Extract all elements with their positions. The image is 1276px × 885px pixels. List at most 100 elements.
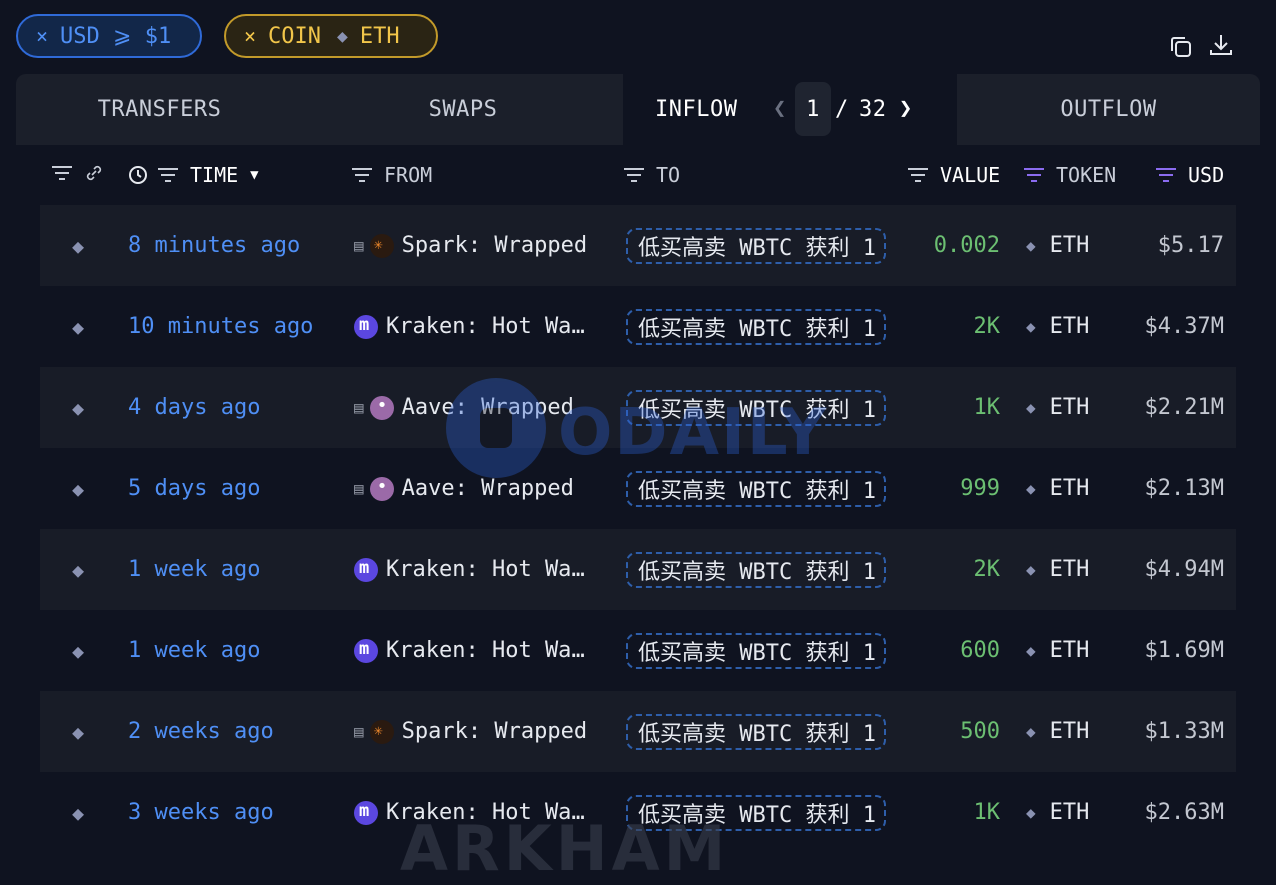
table-row[interactable]: ◆ 1 week ago Kraken: Hot Wallet 低买高卖 WBT… <box>40 529 1236 610</box>
to-entity[interactable]: 低买高卖 WBTC 获利 1 <box>626 610 886 691</box>
time-link[interactable]: 2 weeks ago <box>128 691 274 772</box>
token-column-header[interactable]: TOKEN <box>1024 163 1116 187</box>
to-entity[interactable]: 低买高卖 WBTC 获利 1 <box>626 286 886 367</box>
chevron-right-icon[interactable]: ❯ <box>899 96 913 121</box>
value-column-header[interactable]: VALUE <box>908 163 1000 187</box>
token-symbol: ETH <box>1049 557 1090 582</box>
tab-inflow[interactable]: INFLOW ❮ 1 / 32 ❯ <box>623 74 957 145</box>
from-entity[interactable]: ▤ Spark: Wrapped <box>354 205 604 286</box>
coin-filter-chip[interactable]: × COIN ◆ ETH <box>224 14 438 58</box>
from-entity[interactable]: ▤ Spark: Wrapped <box>354 691 604 772</box>
ethereum-chain-icon: ◆ <box>71 314 85 339</box>
from-entity[interactable]: Kraken: Hot Wallet <box>354 529 604 610</box>
contract-doc-icon: ▤ <box>354 722 364 741</box>
transfers-table: ◆ 8 minutes ago ▤ Spark: Wrapped 低买高卖 WB… <box>40 205 1236 853</box>
to-address-pill[interactable]: 低买高卖 WBTC 获利 1 <box>626 632 886 669</box>
to-address-pill[interactable]: 低买高卖 WBTC 获利 1 <box>626 551 886 588</box>
usd-column-header[interactable]: USD <box>1156 163 1224 187</box>
usd-value: $5.17 <box>1157 233 1224 258</box>
time-link[interactable]: 1 week ago <box>128 529 260 610</box>
from-column-header[interactable]: FROM <box>352 163 432 187</box>
to-entity-name: 低买高卖 WBTC 获利 1 <box>638 397 876 423</box>
from-entity[interactable]: Kraken: Hot Wallet <box>354 772 604 853</box>
filter-icon[interactable] <box>908 168 928 182</box>
usd-value: $2.63M <box>1144 800 1224 825</box>
filter-icon[interactable] <box>1156 168 1176 182</box>
page-separator: / <box>835 97 849 122</box>
time-header-label: TIME <box>190 163 239 187</box>
to-address-pill[interactable]: 低买高卖 WBTC 获利 1 <box>626 794 886 831</box>
to-entity[interactable]: 低买高卖 WBTC 获利 1 <box>626 529 886 610</box>
to-address-pill[interactable]: 低买高卖 WBTC 获利 1 <box>626 389 886 426</box>
table-row[interactable]: ◆ 4 days ago ▤ Aave: Wrapped 低买高卖 WBTC 获… <box>40 367 1236 448</box>
download-icon[interactable] <box>1208 32 1234 58</box>
table-row[interactable]: ◆ 1 week ago Kraken: Hot Wallet 低买高卖 WBT… <box>40 610 1236 691</box>
token-symbol: ETH <box>1049 314 1090 339</box>
tab-outflow[interactable]: OUTFLOW <box>957 74 1260 145</box>
from-entity[interactable]: ▤ Aave: Wrapped <box>354 367 604 448</box>
token-cell[interactable]: ◆ ETH <box>1026 772 1089 853</box>
table-row[interactable]: ◆ 3 weeks ago Kraken: Hot Wallet 低买高卖 WB… <box>40 772 1236 853</box>
from-entity-name: Spark: Wrapped <box>401 233 588 258</box>
to-entity[interactable]: 低买高卖 WBTC 获利 1 <box>626 205 886 286</box>
chain-filter[interactable] <box>52 163 104 183</box>
token-cell[interactable]: ◆ ETH <box>1026 448 1089 529</box>
link-icon[interactable] <box>84 163 104 183</box>
table-row[interactable]: ◆ 8 minutes ago ▤ Spark: Wrapped 低买高卖 WB… <box>40 205 1236 286</box>
to-address-pill[interactable]: 低买高卖 WBTC 获利 1 <box>626 713 886 750</box>
filter-icon[interactable] <box>352 168 372 182</box>
remove-usd-filter-icon[interactable]: × <box>36 24 48 48</box>
from-entity[interactable]: ▤ Aave: Wrapped <box>354 448 604 529</box>
ethereum-chain-icon: ◆ <box>71 233 85 258</box>
filter-icon[interactable] <box>624 168 644 182</box>
to-address-pill[interactable]: 低买高卖 WBTC 获利 1 <box>626 227 886 264</box>
chevron-left-icon[interactable]: ❮ <box>773 96 787 121</box>
to-entity[interactable]: 低买高卖 WBTC 获利 1 <box>626 772 886 853</box>
token-cell[interactable]: ◆ ETH <box>1026 286 1089 367</box>
coin-filter-label: COIN <box>268 23 322 49</box>
filter-icon[interactable] <box>158 168 178 182</box>
token-cell[interactable]: ◆ ETH <box>1026 691 1089 772</box>
time-link[interactable]: 1 week ago <box>128 610 260 691</box>
tab-swaps[interactable]: SWAPS <box>303 74 623 145</box>
to-address-pill[interactable]: 低买高卖 WBTC 获利 1 <box>626 308 886 345</box>
table-row[interactable]: ◆ 10 minutes ago Kraken: Hot Wallet 低买高卖… <box>40 286 1236 367</box>
to-address-pill[interactable]: 低买高卖 WBTC 获利 1 <box>626 470 886 507</box>
transfer-value: 500 <box>960 719 1000 744</box>
from-entity[interactable]: Kraken: Hot Wallet <box>354 610 604 691</box>
from-entity[interactable]: Kraken: Hot Wallet <box>354 286 604 367</box>
tab-transfers[interactable]: TRANSFERS <box>16 74 303 145</box>
time-link[interactable]: 5 days ago <box>128 448 260 529</box>
filter-icon[interactable] <box>52 166 72 180</box>
table-row[interactable]: ◆ 2 weeks ago ▤ Spark: Wrapped 低买高卖 WBTC… <box>40 691 1236 772</box>
to-column-header[interactable]: TO <box>624 163 680 187</box>
page-current[interactable]: 1 <box>795 82 831 136</box>
kraken-logo-icon <box>354 557 378 582</box>
token-cell[interactable]: ◆ ETH <box>1026 529 1089 610</box>
to-entity[interactable]: 低买高卖 WBTC 获利 1 <box>626 448 886 529</box>
from-entity-name: Aave: Wrapped <box>401 395 574 420</box>
token-cell[interactable]: ◆ ETH <box>1026 367 1089 448</box>
sort-down-icon[interactable]: ▼ <box>250 167 258 183</box>
from-entity-name: Aave: Wrapped <box>401 476 574 501</box>
to-entity[interactable]: 低买高卖 WBTC 获利 1 <box>626 367 886 448</box>
coin-filter-value: ETH <box>359 23 400 49</box>
time-link[interactable]: 4 days ago <box>128 367 260 448</box>
remove-coin-filter-icon[interactable]: × <box>244 24 256 48</box>
value-header-label: VALUE <box>940 163 1001 187</box>
to-entity[interactable]: 低买高卖 WBTC 获利 1 <box>626 691 886 772</box>
usd-value: $2.21M <box>1144 395 1224 420</box>
token-cell[interactable]: ◆ ETH <box>1026 205 1089 286</box>
to-entity-name: 低买高卖 WBTC 获利 1 <box>638 478 876 504</box>
time-link[interactable]: 3 weeks ago <box>128 772 274 853</box>
time-column-header[interactable]: TIME ▼ <box>128 163 259 187</box>
token-cell[interactable]: ◆ ETH <box>1026 610 1089 691</box>
time-link[interactable]: 8 minutes ago <box>128 205 300 286</box>
table-row[interactable]: ◆ 5 days ago ▤ Aave: Wrapped 低买高卖 WBTC 获… <box>40 448 1236 529</box>
tab-inflow-label: INFLOW <box>655 97 738 122</box>
copy-icon[interactable] <box>1168 34 1194 60</box>
time-link[interactable]: 10 minutes ago <box>128 286 313 367</box>
contract-doc-icon: ▤ <box>354 236 364 255</box>
usd-filter-chip[interactable]: × USD ⩾ $1 <box>16 14 202 58</box>
filter-icon[interactable] <box>1024 168 1044 182</box>
